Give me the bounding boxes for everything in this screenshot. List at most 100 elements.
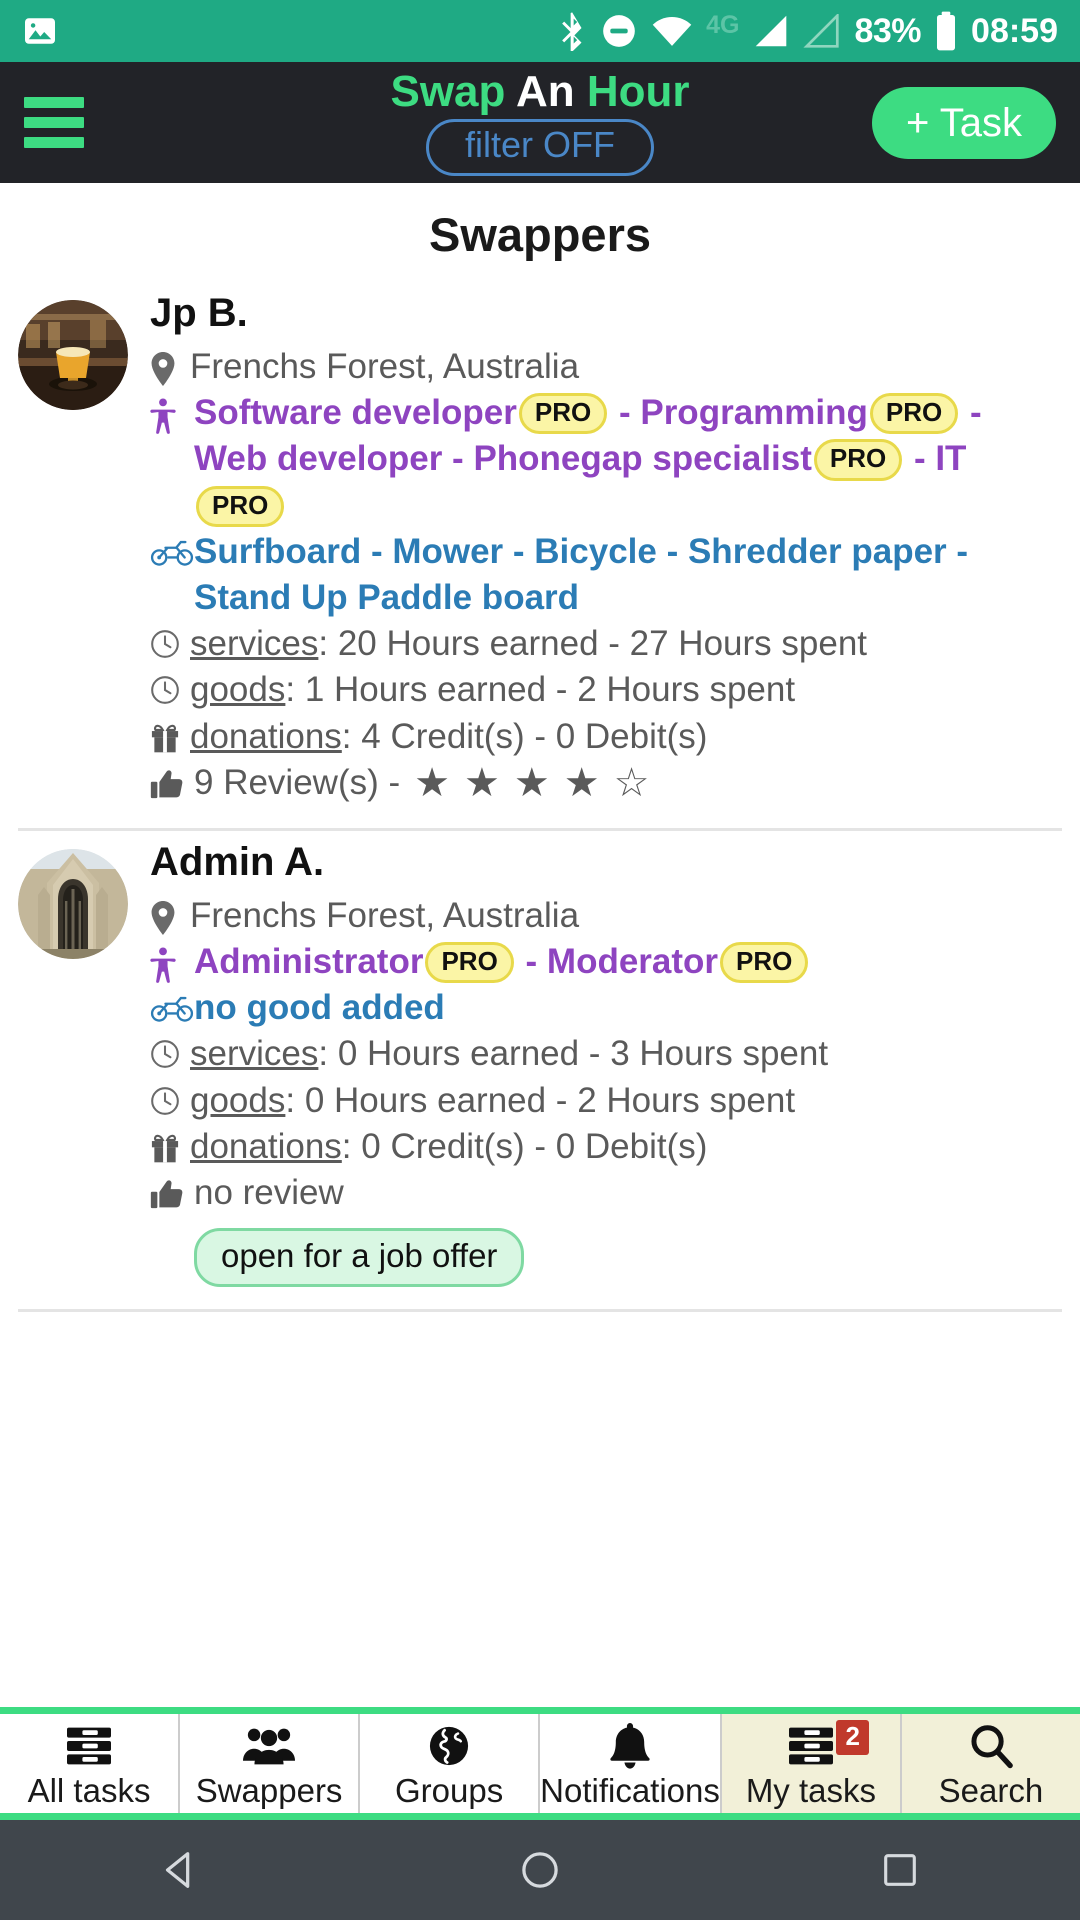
skill-separator: - <box>442 439 474 479</box>
home-circle-icon[interactable] <box>480 1847 600 1893</box>
pro-badge: PRO <box>720 942 809 984</box>
nav-item-search[interactable]: Search <box>901 1714 1080 1813</box>
goods-list[interactable]: no good added <box>194 985 1056 1031</box>
stat-label[interactable]: donations <box>190 717 342 756</box>
nav-item-label: Groups <box>395 1772 504 1809</box>
map-pin-icon <box>150 893 190 935</box>
stat-text: donations: 4 Credit(s) - 0 Debit(s) <box>190 714 1056 760</box>
nav-item-label: Notifications <box>540 1772 720 1809</box>
star-filled-icon: ★ <box>513 760 550 805</box>
job-offer-badge[interactable]: open for a job offer <box>194 1228 525 1288</box>
thumbs-up-icon <box>150 1170 194 1210</box>
review-row: 9 Review(s) - ★ ★ ★ ★ ☆ <box>150 760 1056 806</box>
filter-toggle-button[interactable]: filter OFF <box>426 119 654 176</box>
add-task-button[interactable]: + Task <box>872 86 1056 159</box>
skill-label[interactable]: Programming <box>640 393 868 432</box>
stat-value: 0 Credit(s) - 0 Debit(s) <box>361 1126 708 1166</box>
swapper-details: Jp B. Frenchs Forest, Australia Software d… <box>150 288 1062 806</box>
pro-badge: PRO <box>196 485 285 527</box>
stat-label[interactable]: goods <box>190 670 285 709</box>
page-title: Swappers <box>428 208 652 261</box>
pro-badge: PRO <box>425 942 514 984</box>
nav-item-groups[interactable]: Groups <box>360 1714 541 1813</box>
battery-percent-label: 83% <box>854 12 922 50</box>
review-row: no review <box>150 1170 1056 1216</box>
network-type-label: 4G <box>706 10 740 39</box>
nav-item-all-tasks[interactable]: All tasks <box>0 1714 181 1813</box>
nav-item-swappers[interactable]: Swappers <box>180 1714 361 1813</box>
signal-bars-icon <box>752 14 790 48</box>
stat-colon: : <box>318 624 338 664</box>
hamburger-line <box>24 97 84 108</box>
map-pin-icon <box>150 344 190 386</box>
list-divider <box>18 1309 1062 1313</box>
stat-row: services: 0 Hours earned - 3 Hours spent <box>150 1031 1056 1077</box>
image-icon <box>22 13 58 49</box>
pro-badge: PRO <box>869 393 959 435</box>
back-triangle-icon[interactable] <box>120 1847 240 1893</box>
skill-separator: - <box>960 393 982 433</box>
job-offer-wrap: open for a job offer <box>194 1216 1056 1288</box>
avatar[interactable] <box>18 848 128 959</box>
wifi-icon <box>651 14 693 48</box>
globe-icon <box>426 1722 472 1770</box>
skill-label[interactable]: Moderator <box>547 942 718 981</box>
brand-word-an: An <box>515 67 575 117</box>
skill-label[interactable]: Administrator <box>194 942 423 981</box>
star-filled-icon: ★ <box>464 760 500 805</box>
goods-list[interactable]: Surfboard - Mower - Bicycle - Shredder p… <box>194 529 1056 621</box>
app-brand-title: Swap An Hour <box>390 69 689 115</box>
review-count-label[interactable]: no review <box>194 1170 344 1216</box>
list-icon: 2 <box>787 1720 869 1770</box>
stat-label[interactable]: services <box>190 1034 318 1073</box>
swapper-name[interactable]: Admin A. <box>150 837 1056 887</box>
gift-icon <box>150 1124 190 1164</box>
hamburger-menu-icon[interactable] <box>24 97 84 148</box>
swapper-name[interactable]: Jp B. <box>150 288 1056 338</box>
skill-label[interactable]: IT <box>935 439 966 478</box>
job-offer-spacer <box>150 1216 194 1224</box>
skill-label[interactable]: Web developer <box>194 439 442 478</box>
stat-colon: : <box>318 1034 338 1074</box>
skill-separator: - <box>904 439 936 479</box>
stat-text: services: 20 Hours earned - 27 Hours spe… <box>190 621 1056 667</box>
review-count-label[interactable]: 9 Review(s) - <box>194 760 400 806</box>
nav-item-notifications[interactable]: Notifications <box>540 1714 722 1813</box>
stat-value: 0 Hours earned - 3 Hours spent <box>337 1034 829 1074</box>
star-rating: ★ ★ ★ ★ ☆ <box>414 763 649 803</box>
person-icon <box>150 939 194 983</box>
status-bar: 4G 83% 08:59 <box>0 0 1080 62</box>
stat-label[interactable]: goods <box>190 1081 285 1120</box>
nav-badge: 2 <box>836 1720 869 1755</box>
app-header: Swap An Hour filter OFF + Task <box>0 62 1080 183</box>
star-empty-icon: ☆ <box>613 760 650 805</box>
clock-icon <box>150 621 190 659</box>
stat-value: 20 Hours earned - 27 Hours spent <box>337 624 868 664</box>
goods-row: Surfboard - Mower - Bicycle - Shredder p… <box>150 529 1056 621</box>
nav-item-my-tasks[interactable]: 2 My tasks <box>721 1714 902 1813</box>
stat-colon: : <box>285 670 305 710</box>
people-icon <box>243 1722 296 1770</box>
recents-square-icon[interactable] <box>840 1848 960 1892</box>
goods-row: no good added <box>150 985 1056 1031</box>
swapper-location: Frenchs Forest, Australia <box>190 347 580 386</box>
swapper-card[interactable]: Jp B. Frenchs Forest, Australia Software d… <box>0 282 1080 806</box>
bell-icon <box>608 1722 652 1770</box>
avatar[interactable] <box>18 300 128 410</box>
battery-icon <box>934 11 958 51</box>
skills-list: Administrator PRO - Moderator PRO <box>194 939 1056 985</box>
bluetooth-icon <box>557 11 587 51</box>
swapper-details: Admin A. Frenchs Forest, Australia Adminis… <box>150 837 1062 1288</box>
swapper-card[interactable]: Admin A. Frenchs Forest, Australia Adminis… <box>0 831 1080 1288</box>
stat-row: services: 20 Hours earned - 27 Hours spe… <box>150 621 1056 667</box>
skill-label[interactable]: Phonegap specialist <box>473 439 811 478</box>
stat-text: goods: 0 Hours earned - 2 Hours spent <box>190 1078 1056 1124</box>
stat-label[interactable]: donations <box>190 1127 342 1166</box>
signal-bars-secondary-icon <box>803 14 841 48</box>
thumbs-up-icon <box>150 760 194 800</box>
stat-label[interactable]: services <box>190 624 318 663</box>
skill-label[interactable]: Software developer <box>194 393 517 432</box>
hamburger-line <box>24 137 84 148</box>
bottom-navigation: All tasks Swappers Groups Notifications 2 My … <box>0 1707 1080 1820</box>
bicycle-icon <box>150 529 194 567</box>
